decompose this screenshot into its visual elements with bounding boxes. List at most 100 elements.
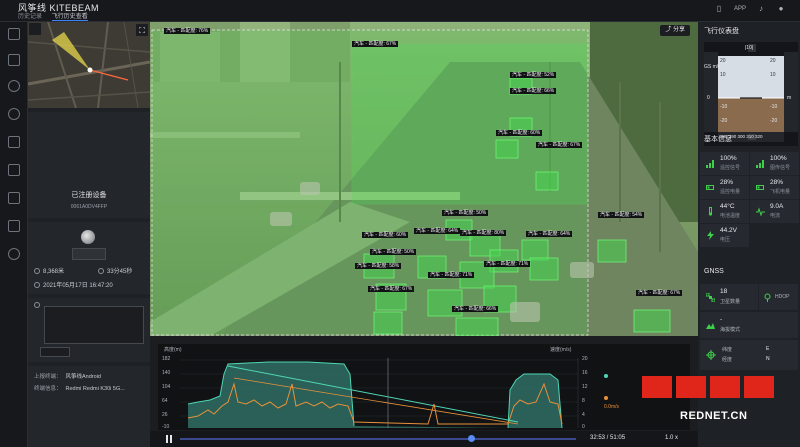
latitude-dir: E [766, 346, 770, 352]
drone-battery-label: 飞机电量 [770, 189, 791, 195]
notes-card [28, 298, 150, 362]
legend-teal-dot [604, 374, 608, 378]
heading-readout: |10| [745, 45, 754, 51]
drone-icon[interactable] [8, 136, 20, 148]
left-nav-rail [0, 22, 28, 447]
progress-knob[interactable] [467, 435, 475, 442]
telemetry-chart[interactable]: 高度(m) 速度(m/s) 182 140 104 64 26 -10 20 1… [158, 344, 690, 430]
video-feed[interactable]: ⤴ 分享 汽车 - 匹配度: 76% 汽车 - 匹配度: 67% 汽车 - 匹配… [150, 22, 698, 336]
pause-icon[interactable] [166, 435, 172, 443]
datetime-stat: 2021年05月17日 16:47:20 [34, 280, 113, 289]
gs-label: GS m/s [704, 64, 721, 70]
left-tick: 140 [162, 370, 171, 376]
altitude-mode-tile: - 海拔模式 [700, 312, 798, 338]
pulse-icon [756, 207, 765, 216]
detection-label: 汽车 - 匹配度: 64% [526, 231, 573, 237]
notes-button[interactable] [40, 347, 70, 357]
terminal-row: 终端信息： Redmi Redmi K30i 5G... [34, 384, 125, 392]
breadcrumb-flight-view[interactable]: 飞行历史查看 [51, 14, 88, 21]
detection-label: 汽车 - 匹配度: 60% [362, 232, 409, 238]
device-name: 已注册设备 [71, 192, 107, 199]
svg-text:⛶: ⛶ [138, 26, 145, 35]
left-info-panel: ⛶ 已注册设备 0061A0DV4FFP 8,368米 33分45秒 2021年… [28, 22, 150, 447]
device-icon[interactable] [8, 220, 20, 232]
instrument-title: 飞行仪表盘 [704, 28, 739, 35]
satellite-tile: 18 卫星数量 [700, 284, 758, 310]
history-icon[interactable] [8, 108, 20, 120]
pilot-card: 8,368米 33分45秒 2021年05月17日 16:47:20 [28, 222, 150, 294]
current-tile: 9.0A 电流 [750, 200, 799, 223]
playback-speed[interactable]: 1.0 x [665, 435, 678, 441]
clock-icon [98, 268, 104, 275]
flight-instrument: GS m/s |10| 20 10 0 -10 -20 20 10 m -10 … [704, 42, 798, 146]
avatar [81, 230, 95, 244]
detection-label: 汽车 - 匹配度: 66% [452, 306, 499, 312]
dashboard-icon[interactable] [8, 28, 20, 40]
rc-signal-label: 遥控信号 [720, 165, 741, 171]
detection-label: 汽车 - 匹配度: 71% [484, 261, 531, 267]
hdop-label: HDOP [775, 294, 790, 300]
battery-temp-tile: 44°C 电池温度 [700, 200, 749, 223]
detection-label: 汽车 - 匹配度: 60% [496, 130, 543, 136]
share-button[interactable]: ⤴ 分享 [660, 25, 690, 36]
globe-icon[interactable] [8, 80, 20, 92]
headset-icon[interactable] [8, 192, 20, 204]
right-tick: 16 [582, 370, 588, 376]
user-icon[interactable]: ● [776, 4, 786, 14]
mini-map-graphic: ⛶ [28, 22, 150, 108]
map-icon[interactable] [8, 54, 20, 66]
mini-map[interactable]: ⛶ [28, 22, 150, 108]
detection-label: 汽车 - 匹配度: 66% [510, 88, 557, 94]
right-tick: 0 [582, 424, 585, 430]
terminal-label: 终端信息： [34, 386, 62, 392]
legend-value: 0.0m/s [604, 404, 620, 410]
distance-value: 8,368米 [43, 269, 65, 275]
phone-icon[interactable]: ▯ [714, 4, 724, 14]
distance-icon [34, 268, 40, 275]
location-pin-icon [764, 293, 771, 302]
progress-track[interactable] [180, 438, 576, 440]
right-tick: 4 [582, 412, 585, 418]
detection-label: 汽车 - 匹配度: 58% [355, 263, 402, 269]
datetime-value: 2021年05月17日 16:47:20 [43, 283, 113, 289]
device-card: 已注册设备 0061A0DV4FFP [28, 112, 150, 218]
detection-label: 汽车 - 匹配度: 50% [370, 249, 417, 255]
drone-battery-tile: 28% 飞机电量 [750, 176, 799, 199]
notes-box[interactable] [44, 306, 144, 344]
people-icon[interactable] [8, 164, 20, 176]
attitude-graphic [704, 44, 798, 142]
detection-label: 汽车 - 匹配度: 71% [428, 272, 475, 278]
battery-temp-value: 44°C [720, 203, 735, 210]
bell-icon[interactable]: ♪ [756, 4, 766, 14]
left-tick: 104 [162, 384, 171, 390]
voltage-label: 电压 [720, 237, 731, 243]
signal-icon [706, 160, 714, 168]
playback-time: 32:53 / 51:05 [590, 435, 626, 441]
detection-label: 汽车 - 匹配度: 64% [414, 228, 461, 234]
basic-info-title: 基本信息 [704, 136, 732, 143]
telemetry-chart-graphic [180, 358, 579, 429]
detection-label: 汽车 - 匹配度: 67% [536, 142, 583, 148]
app-link[interactable]: APP [734, 6, 746, 12]
voltage-value: 44.2V [720, 227, 737, 234]
right-tick: 12 [582, 384, 588, 390]
help-icon[interactable] [8, 248, 20, 260]
bolt-icon [707, 231, 714, 240]
detection-label: 汽车 - 匹配度: 52% [510, 72, 557, 78]
playback-controls: 32:53 / 51:05 1.0 x [150, 431, 698, 447]
drone-battery-value: 28% [770, 179, 784, 186]
right-scale: 10 [770, 72, 776, 78]
coordinates-tile: 纬度 E 经度 N [700, 340, 798, 370]
calendar-icon [34, 282, 40, 289]
satellite-icon [706, 293, 715, 302]
watermark-text: REDNET.CN [680, 410, 748, 422]
gnss-title: GNSS [704, 268, 724, 275]
video-signal-tile: 100% 图传信号 [750, 152, 799, 175]
breadcrumb-history[interactable]: 历史记录 [18, 14, 42, 20]
rednet-logo [642, 376, 774, 398]
rc-signal-tile: 100% 遥控信号 [700, 152, 749, 175]
right-scale-unit: m [787, 95, 792, 101]
hdop-tile: HDOP [759, 284, 798, 310]
battery-icon [756, 185, 764, 190]
battery-icon [706, 185, 714, 190]
